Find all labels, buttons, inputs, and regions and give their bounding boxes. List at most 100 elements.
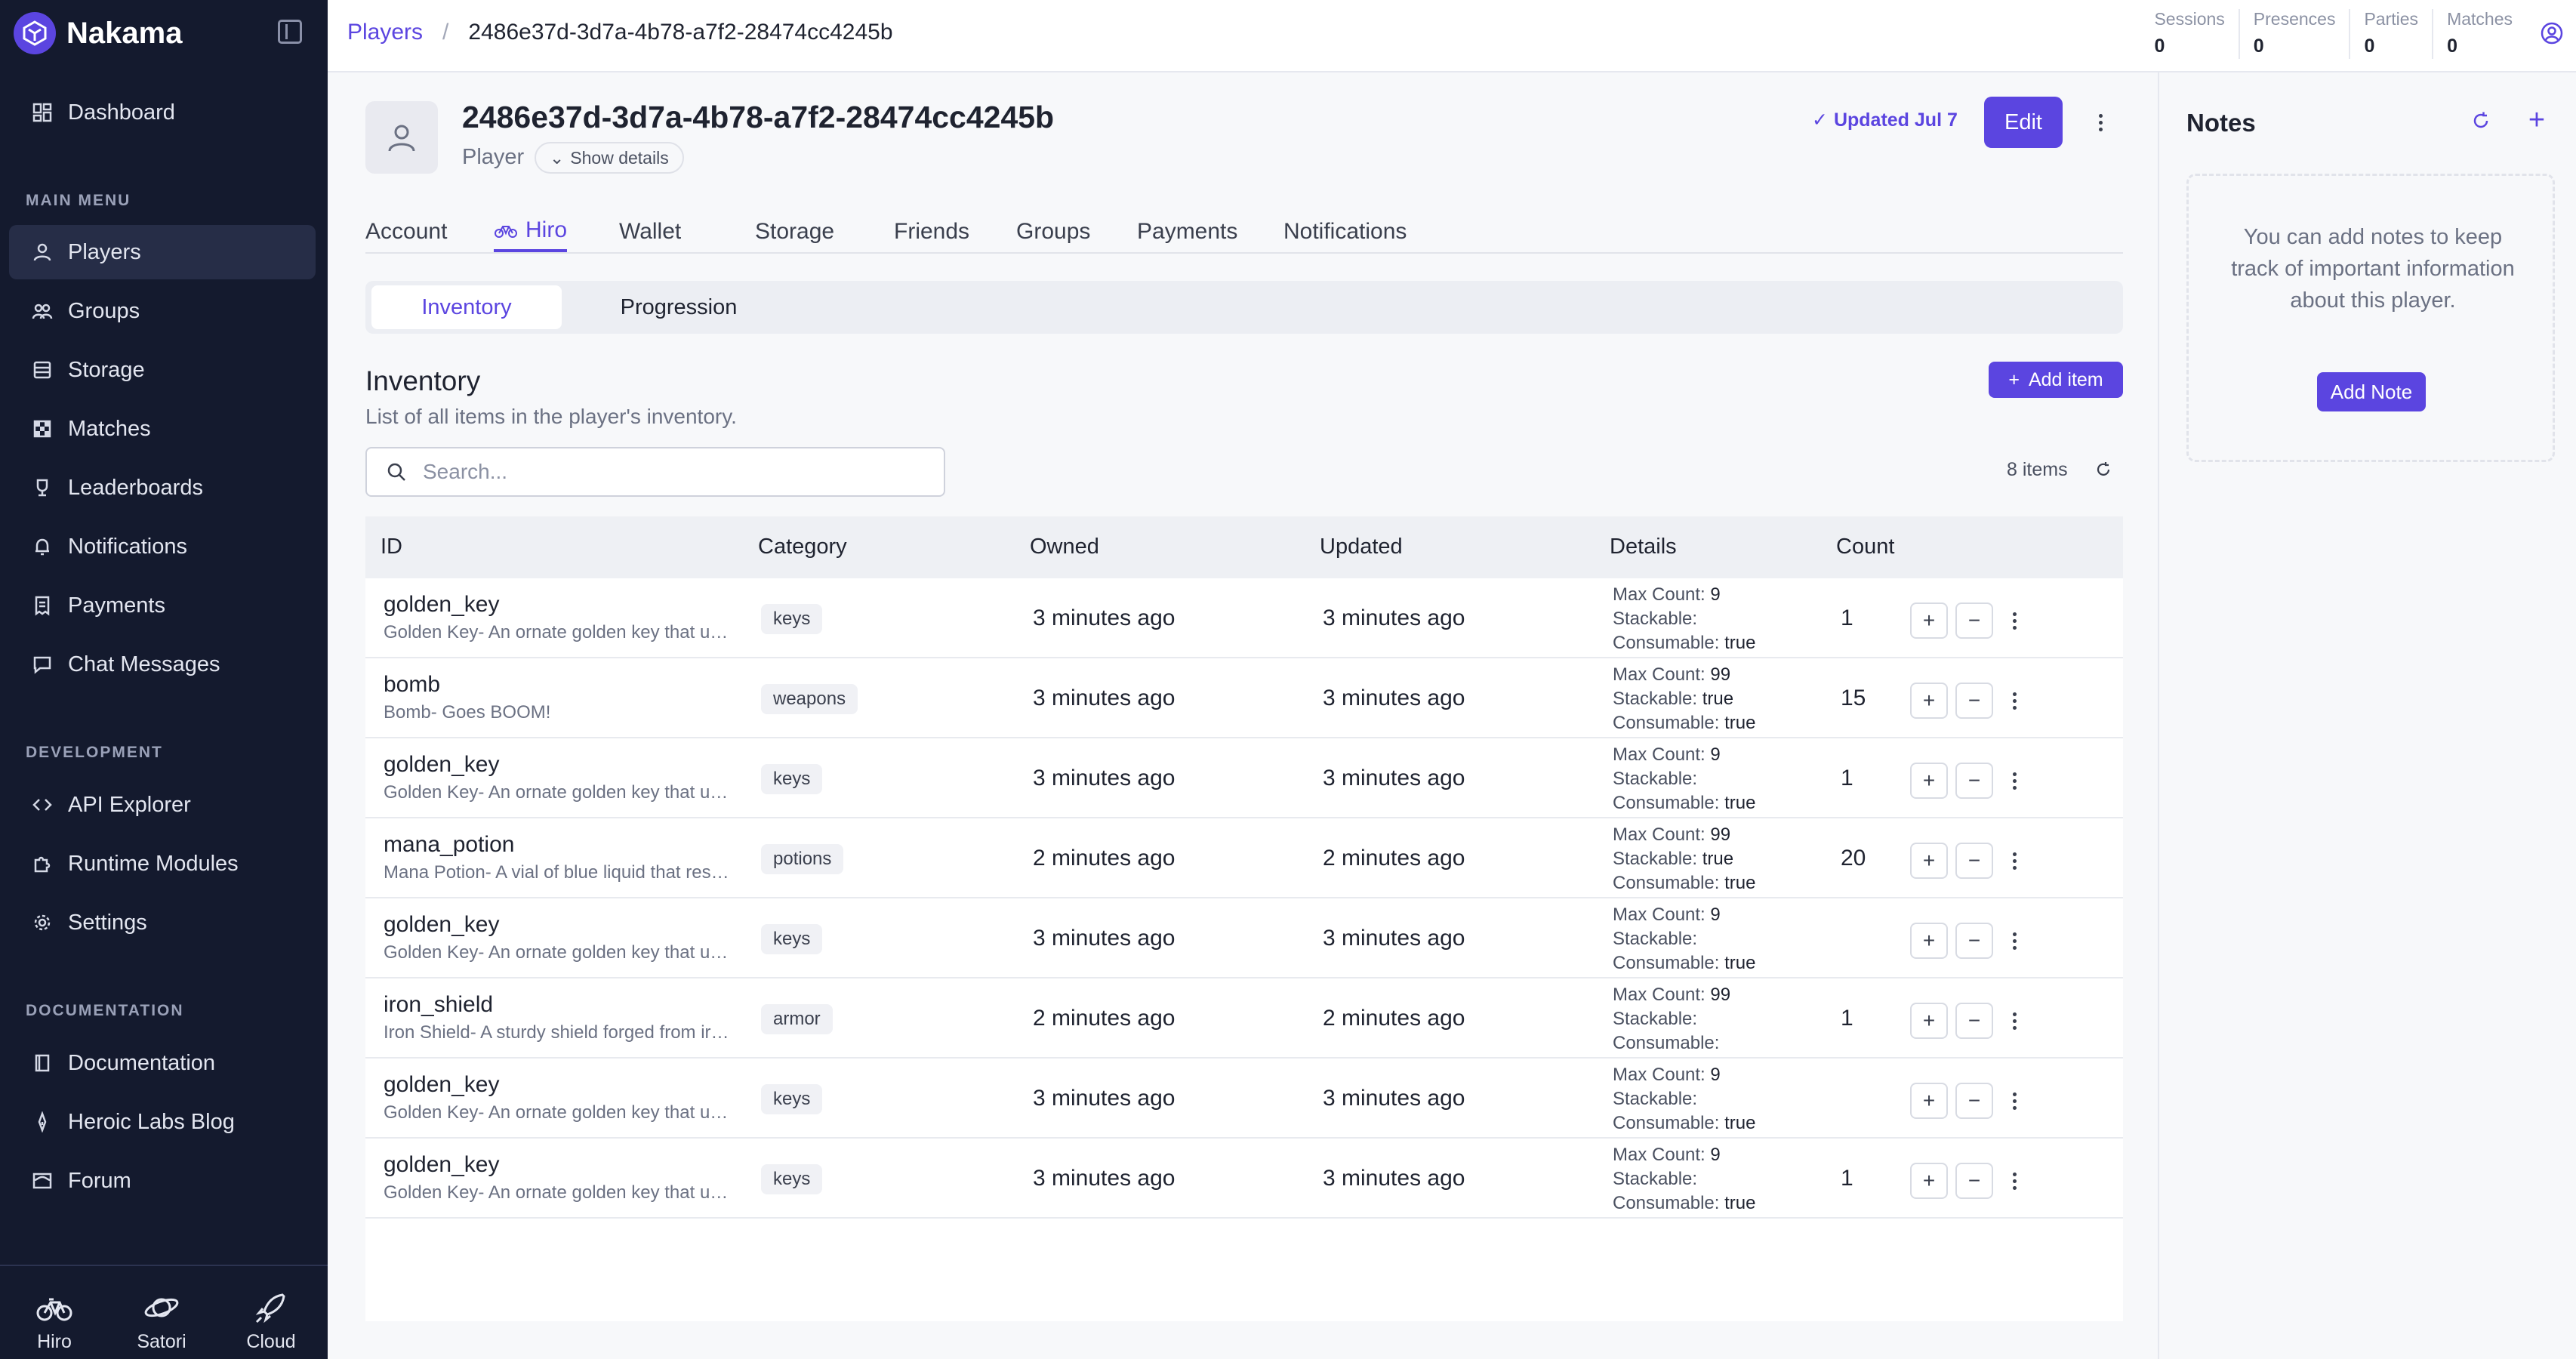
blog-icon (32, 1111, 53, 1132)
decrement-button[interactable]: − (1955, 1083, 1993, 1119)
nav-forum[interactable]: Forum (9, 1154, 316, 1208)
increment-button[interactable]: + (1910, 843, 1948, 879)
app-name: Nakama (66, 16, 183, 50)
product-satori[interactable]: Satori (109, 1266, 214, 1359)
increment-button[interactable]: + (1910, 1083, 1948, 1119)
nav-api-explorer[interactable]: API Explorer (9, 778, 316, 832)
table-row[interactable]: golden_key Golden Key- An ornate golden k… (365, 1139, 2123, 1219)
table-row[interactable]: golden_key Golden Key- An ornate golden k… (365, 898, 2123, 978)
trophy-icon (32, 477, 53, 498)
col-details[interactable]: Details (1610, 535, 1677, 559)
table-row[interactable]: bomb Bomb- Goes BOOM! weapons 3 minutes a… (365, 658, 2123, 738)
user-icon (32, 242, 53, 263)
account-icon[interactable] (2540, 21, 2564, 45)
stat-parties: Parties 0 (2349, 9, 2432, 59)
nav-leaderboards[interactable]: Leaderboards (9, 461, 316, 515)
tab-groups[interactable]: Groups (1016, 211, 1090, 252)
tab-notifications[interactable]: Notifications (1283, 211, 1407, 252)
col-id[interactable]: ID (381, 535, 402, 559)
stackable-label: Stackable: (1613, 1009, 1698, 1029)
increment-button[interactable]: + (1910, 1003, 1948, 1039)
more-options-icon[interactable] (2091, 109, 2109, 136)
product-cloud[interactable]: Cloud (214, 1266, 328, 1359)
search-input[interactable] (423, 460, 921, 484)
show-details-button[interactable]: ⌄ Show details (535, 142, 684, 174)
decrement-button[interactable]: − (1955, 763, 1993, 799)
col-category[interactable]: Category (758, 535, 847, 559)
collapse-sidebar-icon[interactable] (278, 20, 302, 44)
tab-payments[interactable]: Payments (1137, 211, 1237, 252)
row-menu-icon[interactable] (2005, 607, 2023, 634)
col-count[interactable]: Count (1836, 535, 1894, 559)
tab-account[interactable]: Account (365, 211, 447, 252)
increment-button[interactable]: + (1910, 602, 1948, 639)
add-note-button[interactable]: Add Note (2317, 372, 2426, 411)
nav-documentation[interactable]: Documentation (9, 1036, 316, 1090)
decrement-button[interactable]: − (1955, 843, 1993, 879)
table-row[interactable]: golden_key Golden Key- An ornate golden k… (365, 578, 2123, 658)
item-id: golden_key (384, 1072, 500, 1097)
tab-hiro[interactable]: Hiro (494, 211, 568, 252)
row-menu-icon[interactable] (2005, 927, 2023, 954)
stat-parties-value: 0 (2364, 35, 2375, 57)
nav-notifications[interactable]: Notifications (9, 519, 316, 574)
subtab-progression[interactable]: Progression (569, 285, 788, 329)
row-menu-icon[interactable] (2005, 1007, 2023, 1034)
nav-matches[interactable]: Matches (9, 402, 316, 456)
subtab-inventory[interactable]: Inventory (371, 285, 562, 329)
decrement-button[interactable]: − (1955, 923, 1993, 959)
tab-storage[interactable]: Storage (755, 211, 834, 252)
nav-heroic-labs-blog[interactable]: Heroic Labs Blog (9, 1095, 316, 1149)
item-id: golden_key (384, 752, 500, 777)
nav-storage[interactable]: Storage (9, 343, 316, 397)
table-row[interactable]: golden_key Golden Key- An ornate golden k… (365, 1059, 2123, 1139)
nav-settings[interactable]: Settings (9, 895, 316, 950)
table-row[interactable]: mana_potion Mana Potion- A vial of blue l… (365, 818, 2123, 898)
consumable-value: true (1724, 1113, 1756, 1133)
stackable-value: true (1702, 689, 1734, 709)
row-menu-icon[interactable] (2005, 1087, 2023, 1114)
consumable-label: Consumable: (1613, 793, 1720, 813)
tab-wallet[interactable]: Wallet (619, 211, 681, 252)
topbar: Players / 2486e37d-3d7a-4b78-a7f2-28474c… (328, 0, 2576, 72)
decrement-button[interactable]: − (1955, 1163, 1993, 1199)
nav-runtime-modules[interactable]: Runtime Modules (9, 837, 316, 891)
add-item-button[interactable]: + Add item (1989, 362, 2123, 398)
logo[interactable]: Nakama (14, 11, 182, 56)
nav-chat-messages[interactable]: Chat Messages (9, 637, 316, 692)
row-menu-icon[interactable] (2005, 767, 2023, 794)
row-menu-icon[interactable] (2005, 1167, 2023, 1194)
item-id-cell: golden_key Golden Key- An ornate golden k… (384, 1072, 731, 1123)
row-menu-icon[interactable] (2005, 687, 2023, 714)
product-hiro[interactable]: Hiro (0, 1266, 109, 1359)
add-note-icon[interactable]: + (2525, 106, 2549, 134)
refresh-icon[interactable] (2094, 461, 2112, 479)
max-count-value: 99 (1710, 985, 1731, 1005)
increment-button[interactable]: + (1910, 683, 1948, 719)
col-owned[interactable]: Owned (1030, 535, 1099, 559)
table-row[interactable]: iron_shield Iron Shield- A sturdy shield … (365, 978, 2123, 1059)
tab-friends[interactable]: Friends (894, 211, 969, 252)
search-icon (387, 463, 405, 481)
table-row[interactable]: golden_key Golden Key- An ornate golden k… (365, 738, 2123, 818)
increment-button[interactable]: + (1910, 763, 1948, 799)
nav-players[interactable]: Players (9, 225, 316, 279)
nav-dashboard[interactable]: Dashboard (9, 85, 316, 140)
edit-button[interactable]: Edit (1984, 97, 2063, 148)
decrement-button[interactable]: − (1955, 1003, 1993, 1039)
increment-button[interactable]: + (1910, 1163, 1948, 1199)
col-updated[interactable]: Updated (1320, 535, 1403, 559)
consumable-label: Consumable: (1613, 1113, 1720, 1133)
item-details: Max Count: 9 Stackable: Consumable: true (1613, 1143, 1755, 1216)
nav-forum-label: Forum (68, 1168, 131, 1193)
row-menu-icon[interactable] (2005, 847, 2023, 874)
nav-groups[interactable]: Groups (9, 284, 316, 338)
table-header: ID Category Owned Updated Details Count (365, 516, 2123, 578)
decrement-button[interactable]: − (1955, 602, 1993, 639)
nav-payments[interactable]: Payments (9, 578, 316, 633)
plus-icon: + (2008, 368, 2020, 390)
refresh-icon[interactable] (2470, 110, 2491, 131)
breadcrumb-players-link[interactable]: Players (347, 20, 423, 45)
decrement-button[interactable]: − (1955, 683, 1993, 719)
increment-button[interactable]: + (1910, 923, 1948, 959)
